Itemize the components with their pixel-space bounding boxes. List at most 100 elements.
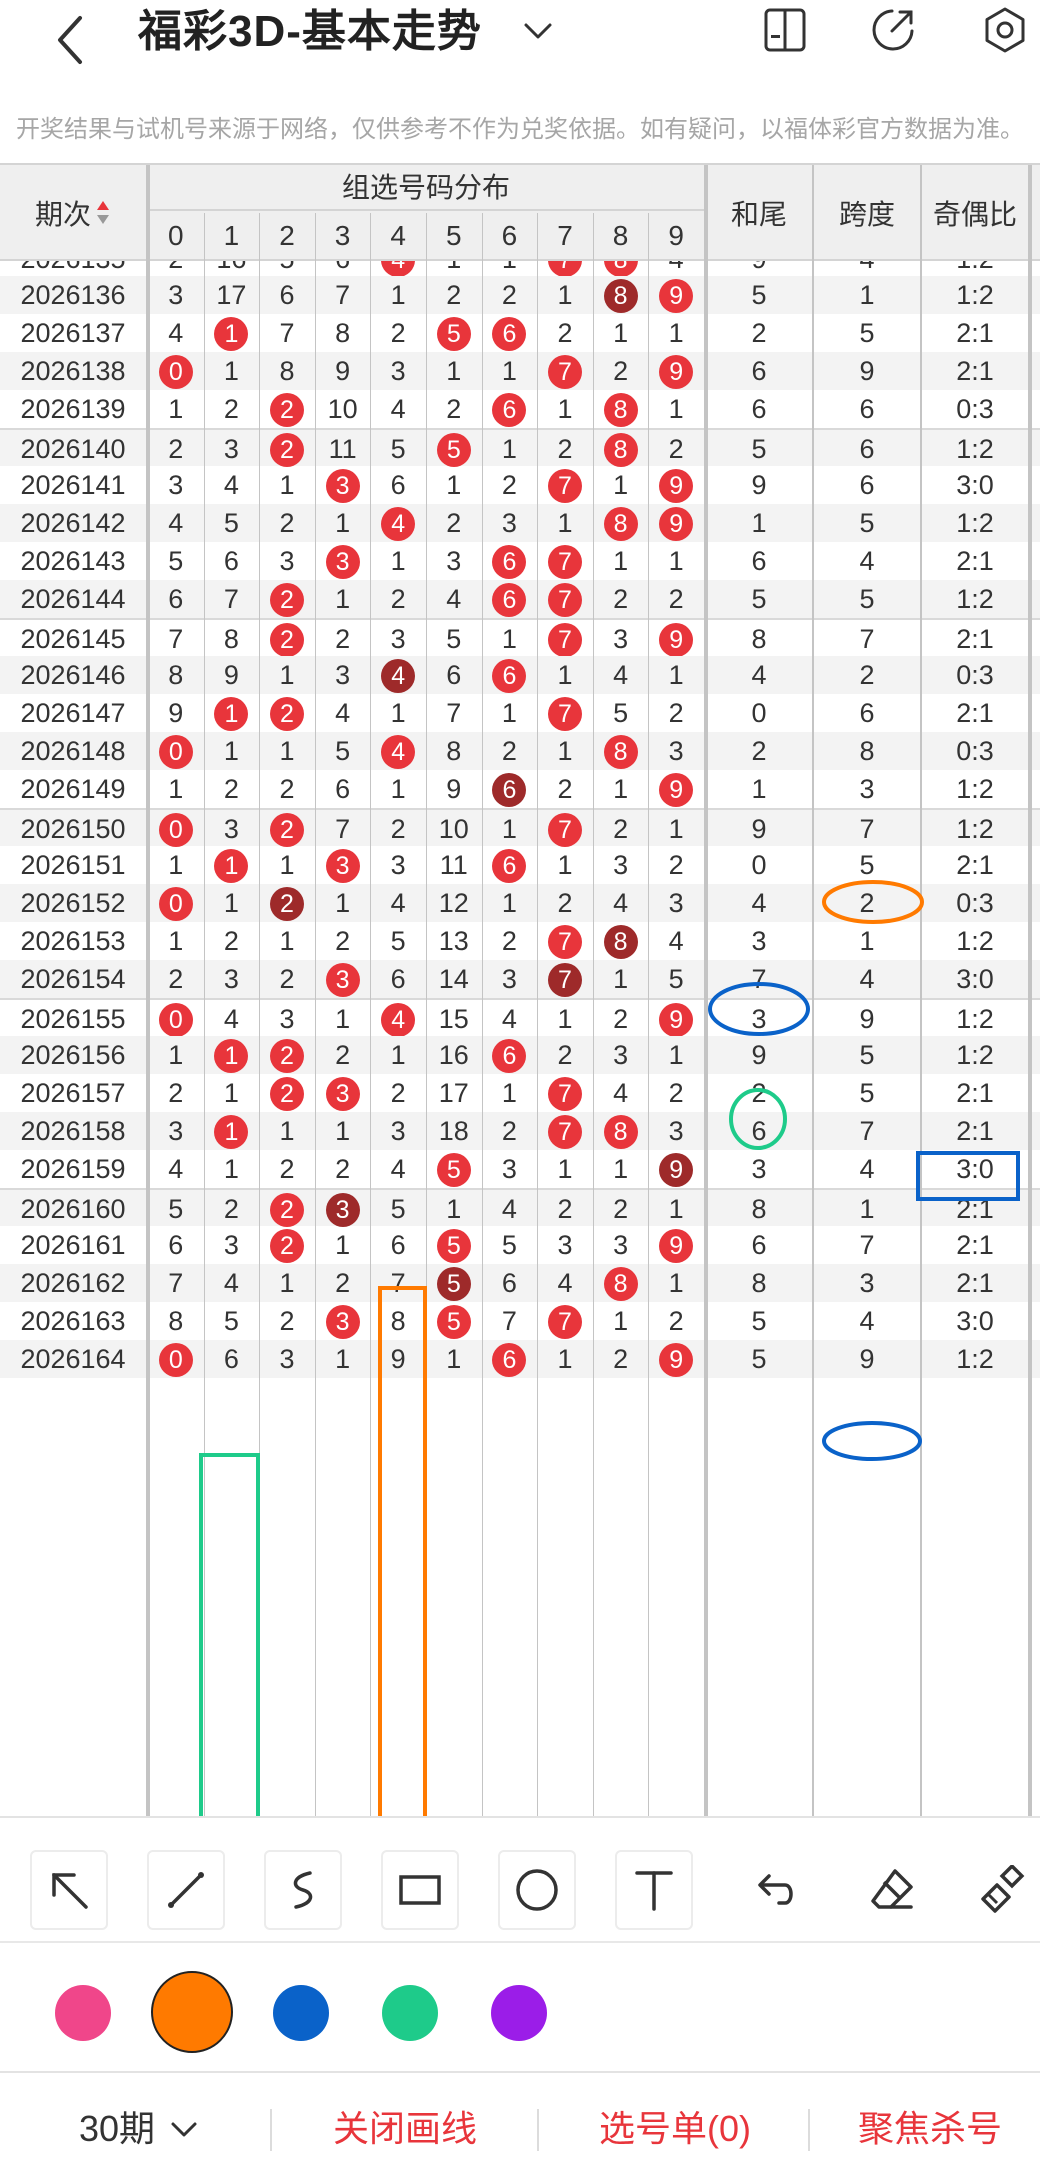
omission-count: 2	[390, 584, 406, 614]
table-row[interactable]: 2026161 6 3 2 1 6 5 5 3 3 9 6 7 2:1	[0, 1226, 1040, 1264]
table-row[interactable]: 2026148 0 1 1 5 4 8 2 1 8 3 2 8 0:3	[0, 732, 1040, 770]
digit-cell-hit: 7	[537, 694, 593, 732]
table-row[interactable]: 2026142 4 5 2 1 4 2 3 1 8 9 1 5 1:2	[0, 504, 1040, 542]
focus-kill-button[interactable]: 聚焦杀号	[830, 2073, 1030, 2182]
omission-count: 1	[335, 508, 351, 538]
omission-count: 1	[168, 850, 184, 880]
table-row[interactable]: 2026139 1 2 2 10 4 2 6 1 8 1 6 6 0:3	[0, 390, 1040, 428]
digit-cell-hit: 7	[537, 960, 593, 998]
hit-number-ball: 8	[603, 925, 638, 959]
omission-count: 1	[613, 964, 629, 994]
color-swatch-green[interactable]	[382, 1985, 438, 2041]
table-row[interactable]: 2026143 5 6 3 3 1 3 6 7 1 1 6 4 2:1	[0, 542, 1040, 580]
color-swatch-purple[interactable]	[491, 1985, 547, 2041]
digit-cell-hit: 7	[537, 542, 593, 580]
table-row[interactable]: 2026156 1 1 2 2 1 16 6 2 3 1 9 5 1:2	[0, 1036, 1040, 1074]
issue-number: 2026139	[20, 394, 126, 424]
table-row[interactable]: 2026138 0 1 8 9 3 1 1 7 2 9 6 9 2:1	[0, 352, 1040, 390]
omission-count: 1	[168, 926, 184, 956]
table-row[interactable]: 2026149 1 2 2 6 1 9 6 2 1 9 1 3 1:2	[0, 770, 1040, 808]
freehand-tool[interactable]	[264, 1850, 342, 1930]
settings-icon[interactable]	[980, 5, 1030, 55]
circle-tool[interactable]	[498, 1850, 576, 1930]
rectangle-tool[interactable]	[381, 1850, 459, 1930]
table-row[interactable]: 2026145 7 8 2 2 3 5 1 7 3 9 8 7 2:1	[0, 618, 1040, 657]
eraser-tool[interactable]	[853, 1850, 931, 1930]
issue-number: 2026153	[20, 926, 126, 956]
digit-cell-hit: 2	[259, 694, 315, 732]
page-title[interactable]: 福彩3D-基本走势	[138, 2, 482, 62]
omission-count: 1	[390, 774, 406, 804]
omission-count: 8	[223, 624, 239, 654]
omission-count: 3	[501, 964, 517, 994]
sort-icon[interactable]	[95, 198, 111, 228]
line-tool[interactable]	[147, 1850, 225, 1930]
omission-count: 2	[168, 964, 184, 994]
table-row[interactable]: 2026159 4 1 2 2 4 5 3 1 1 9 3 4 3:0	[0, 1150, 1040, 1188]
table-row[interactable]: 2026157 2 1 2 3 2 17 1 7 4 2 2 5 2:1	[0, 1074, 1040, 1112]
table-row[interactable]: 2026137 4 1 7 8 2 5 6 2 1 1 2 5 2:1	[0, 314, 1040, 352]
color-swatch-blue[interactable]	[273, 1985, 329, 2041]
omission-count: 1	[390, 546, 406, 576]
table-row[interactable]: 2026164 0 6 3 1 9 1 6 1 2 9 5 9 1:2	[0, 1340, 1040, 1378]
omission-count: 1	[501, 624, 517, 654]
eraser-icon	[871, 1869, 913, 1909]
digit-header: 6	[501, 220, 518, 251]
hit-number-ball: 8	[603, 261, 638, 277]
omission-count: 3	[390, 624, 406, 654]
digit-cell-hit: 0	[148, 884, 204, 922]
table-row[interactable]: 2026151 1 1 1 3 3 11 6 1 3 2 0 5 2:1	[0, 846, 1040, 884]
chevron-down-icon[interactable]	[520, 16, 556, 46]
table-row[interactable]: 2026136 3 17 6 7 1 2 2 1 8 9 5 1 1:2	[0, 276, 1040, 314]
table-row[interactable]: 2026146 8 9 1 3 4 6 6 1 4 1 4 2 0:3	[0, 656, 1040, 694]
color-swatch-orange-selected[interactable]	[151, 1971, 233, 2053]
clear-tool[interactable]	[965, 1850, 1040, 1930]
digit-cell-hit: 5	[426, 1264, 482, 1302]
drawing-toolbar	[0, 1816, 1040, 1941]
sum-tail-value: 6	[751, 546, 767, 576]
selection-list-button[interactable]: 选号单(0)	[560, 2073, 790, 2182]
omission-count: 8	[390, 1306, 406, 1336]
digit-cell-hit: 7	[537, 1302, 593, 1340]
digit-cell-hit: 2	[259, 430, 315, 468]
sum-tail-value: 8	[751, 1194, 767, 1224]
omission-count: 3	[501, 508, 517, 538]
phone-layout-icon[interactable]	[760, 5, 810, 55]
table-row[interactable]: 202613521656411784941:2	[0, 261, 1040, 277]
share-icon[interactable]	[868, 5, 918, 55]
span-value: 2	[859, 888, 875, 918]
digit-cell-hit: 7	[537, 1074, 593, 1112]
table-row[interactable]: 2026158 3 1 1 1 3 18 2 7 8 3 6 7 2:1	[0, 1112, 1040, 1150]
hit-number-ball: 4	[381, 1003, 416, 1037]
table-row[interactable]: 2026162 7 4 1 2 7 5 6 4 8 1 8 3 2:1	[0, 1264, 1040, 1302]
table-row[interactable]: 2026153 1 2 1 2 5 13 2 7 8 4 3 1 1:2	[0, 922, 1040, 960]
arrow-tool[interactable]	[30, 1850, 108, 1930]
table-row[interactable]: 2026160 5 2 2 3 5 1 4 2 2 1 8 1 2:1	[0, 1188, 1040, 1227]
omission-count: 2	[501, 926, 517, 956]
table-body[interactable]: 202613521656411784941:220261363176712218…	[0, 261, 1040, 1816]
table-row[interactable]: 2026154 2 3 2 3 6 14 3 7 1 5 7 4 3:0	[0, 960, 1040, 998]
issue-header[interactable]: 期次	[0, 165, 146, 261]
table-row[interactable]: 2026155 0 4 3 1 4 15 4 1 2 9 3 9 1:2	[0, 998, 1040, 1037]
omission-count: 2	[501, 1116, 517, 1146]
table-row[interactable]: 2026141 3 4 1 3 6 1 2 7 1 9 9 6 3:0	[0, 466, 1040, 504]
undo-tool[interactable]	[735, 1850, 813, 1930]
color-swatch-pink[interactable]	[55, 1985, 111, 2041]
table-row[interactable]: 2026163 8 5 2 3 8 5 7 7 1 2 5 4 3:0	[0, 1302, 1040, 1340]
table-row[interactable]: 2026152 0 1 2 1 4 12 1 2 4 3 4 2 0:3	[0, 884, 1040, 922]
omission-count: 4	[446, 584, 462, 614]
close-drawing-button[interactable]: 关闭画线	[290, 2073, 520, 2182]
table-row[interactable]: 2026150 0 3 2 7 2 10 1 7 2 1 9 7 1:2	[0, 808, 1040, 847]
parity-value: 2:1	[956, 356, 994, 386]
back-arrow-icon[interactable]	[50, 10, 90, 70]
omission-count: 1	[279, 660, 295, 690]
text-tool-icon	[635, 1871, 673, 1911]
table-row[interactable]: 2026147 9 1 2 4 1 7 1 7 5 2 0 6 2:1	[0, 694, 1040, 732]
table-row[interactable]: 2026140 2 3 2 11 5 5 1 2 8 2 5 6 1:2	[0, 428, 1040, 468]
text-tool[interactable]	[615, 1850, 693, 1930]
sum-tail-value: 3	[751, 1154, 767, 1184]
table-row[interactable]: 2026144 6 7 2 1 2 4 6 7 2 2 5 5 1:2	[0, 580, 1040, 618]
hit-number-ball: 6	[492, 849, 527, 883]
omission-count: 3	[613, 624, 629, 654]
period-select[interactable]: 30期	[40, 2073, 240, 2182]
